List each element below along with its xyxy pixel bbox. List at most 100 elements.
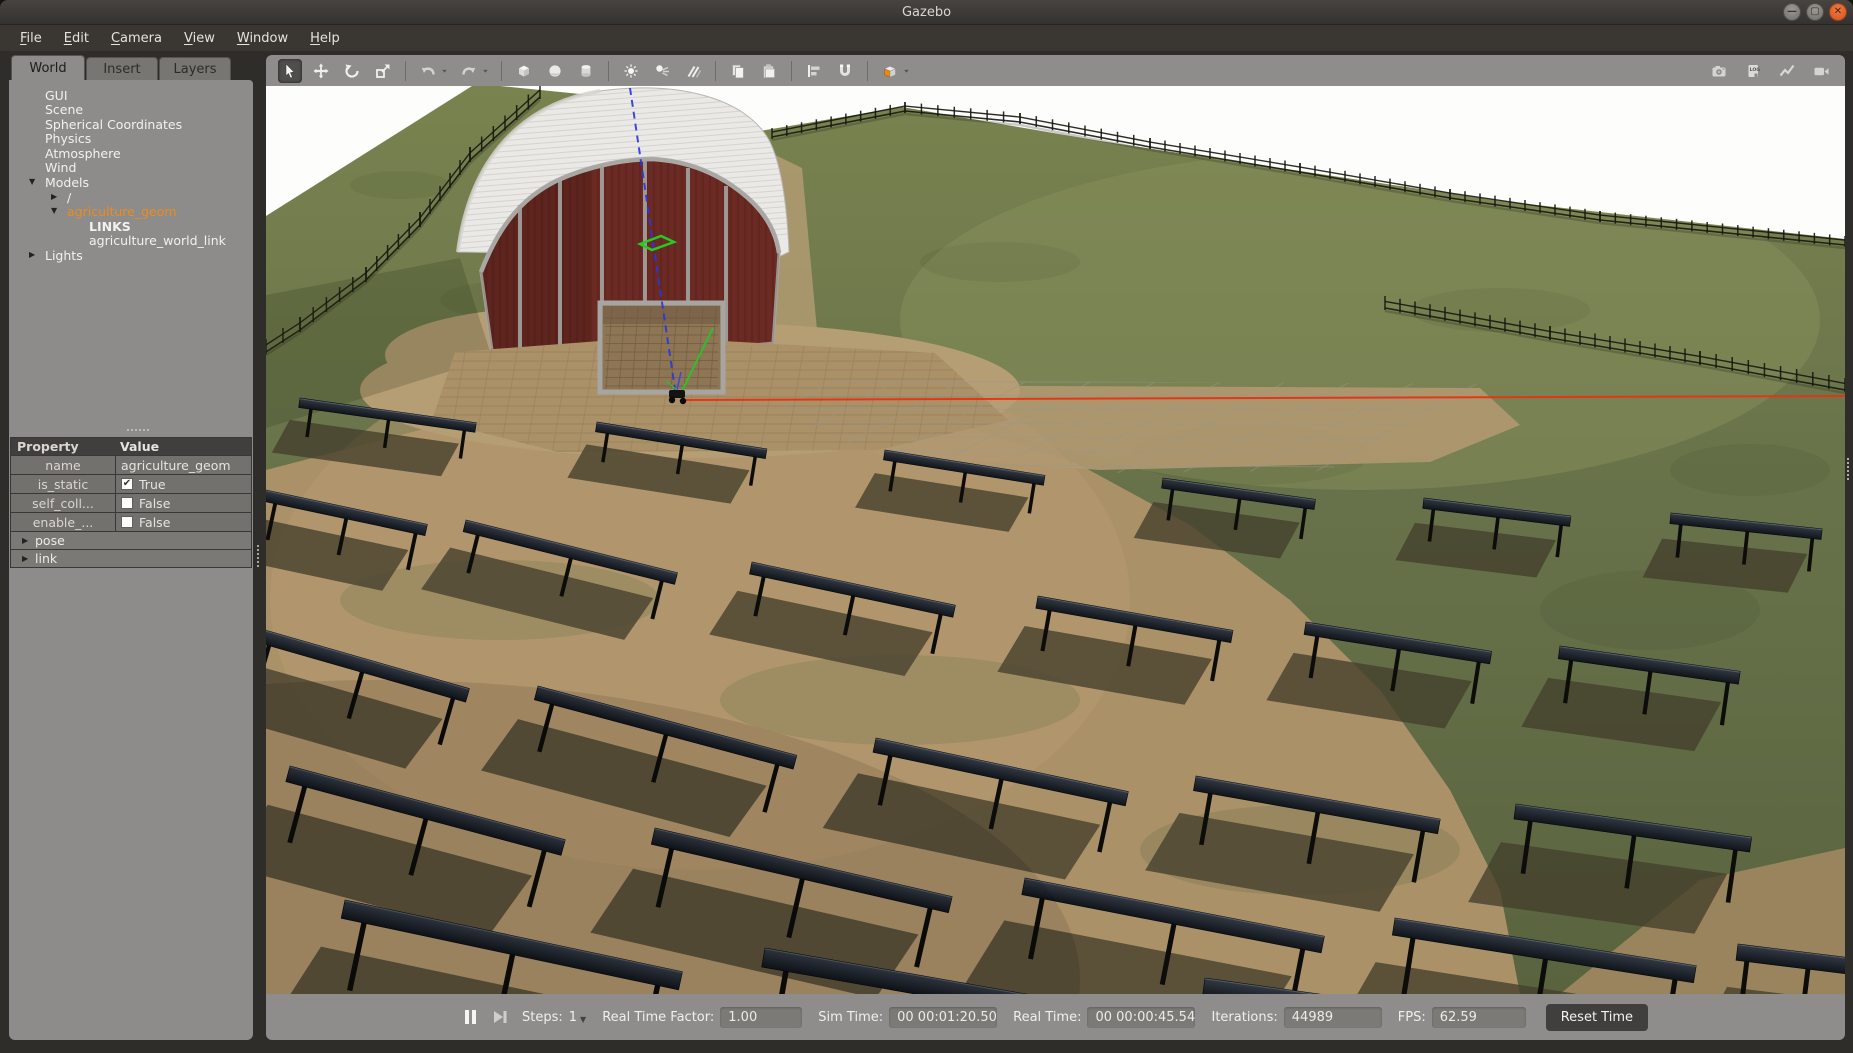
panel-splitter-handle[interactable] (127, 429, 149, 431)
render-area[interactable] (266, 86, 1845, 994)
menu-camera[interactable]: Camera (101, 28, 172, 49)
tree-item-scene[interactable]: Scene (9, 102, 253, 117)
property-column-header: Property (11, 439, 115, 454)
collapse-arrow-icon[interactable]: ▼ (29, 177, 35, 186)
unchecked-checkbox[interactable] (121, 497, 133, 509)
tree-item-links[interactable]: LINKS (9, 218, 253, 233)
real-time-factor-label: Real Time Factor: (602, 1010, 714, 1025)
plot-button[interactable] (1775, 59, 1799, 83)
tab-layers[interactable]: Layers (159, 57, 231, 80)
expand-arrow-icon[interactable]: ▶ (22, 554, 28, 563)
translate-button[interactable] (309, 59, 333, 83)
step-button[interactable] (492, 1009, 508, 1025)
tab-world[interactable]: World (11, 55, 85, 80)
menu-window[interactable]: Window (227, 28, 298, 49)
close-button[interactable]: ✕ (1829, 3, 1847, 21)
redo-button[interactable] (457, 59, 481, 83)
reset-time-button[interactable]: Reset Time (1546, 1004, 1648, 1031)
tree-item-physics[interactable]: Physics (9, 131, 253, 146)
right-splitter-handle[interactable] (1847, 458, 1849, 480)
property-row-enable[interactable]: enable_...False (11, 513, 251, 531)
menu-file[interactable]: File (10, 28, 52, 49)
screenshot-button[interactable] (1707, 59, 1731, 83)
spot-light-button[interactable] (650, 59, 674, 83)
point-light-icon (622, 62, 640, 80)
title-bar[interactable]: Gazebo — ▢ ✕ (0, 0, 1853, 25)
property-row-link[interactable]: ▶link (11, 550, 251, 567)
view-angle-button[interactable] (878, 59, 902, 83)
box-button[interactable] (512, 59, 536, 83)
tab-world-label: World (29, 61, 66, 76)
scale-button[interactable] (371, 59, 395, 83)
spot-light-icon (653, 62, 671, 80)
tree-item-label: Atmosphere (45, 146, 121, 161)
screenshot-icon (1710, 62, 1728, 80)
align-tool-button[interactable] (802, 59, 826, 83)
collapse-arrow-icon[interactable]: ▼ (51, 206, 57, 215)
property-name: is_static (11, 477, 115, 492)
real-time-factor-field[interactable]: 1.00 (720, 1007, 802, 1028)
checked-checkbox[interactable]: ✔ (121, 478, 133, 490)
menu-help[interactable]: Help (300, 28, 350, 49)
iterations-field[interactable]: 44989 (1284, 1007, 1382, 1028)
sim-time-field[interactable]: 00 00:01:20.504 (889, 1007, 997, 1028)
tree-item-agriculture-geom[interactable]: ▼ agriculture_geom (9, 204, 253, 219)
tree-item-agriculture-world-link[interactable]: agriculture_world_link (9, 233, 253, 248)
select-button[interactable] (278, 59, 302, 83)
minimize-button[interactable]: — (1783, 3, 1801, 21)
tree-item-lights[interactable]: ▶Lights (9, 248, 253, 263)
paste-button[interactable] (757, 59, 781, 83)
expand-arrow-icon[interactable]: ▶ (51, 192, 57, 201)
fps-label: FPS: (1398, 1010, 1426, 1025)
tree-item-slash[interactable]: ▶/ (9, 189, 253, 204)
cylinder-button[interactable] (574, 59, 598, 83)
undo-menu-button[interactable] (440, 59, 450, 83)
pause-button[interactable] (464, 1009, 478, 1025)
tree-item-wind[interactable]: Wind (9, 160, 253, 175)
menu-edit[interactable]: Edit (54, 28, 99, 49)
iterations-label: Iterations: (1211, 1010, 1277, 1025)
sphere-button[interactable] (543, 59, 567, 83)
property-row-self-coll[interactable]: self_coll...False (11, 494, 251, 512)
fps-field[interactable]: 62.59 (1432, 1007, 1526, 1028)
tree-item-spherical-coordinates[interactable]: Spherical Coordinates (9, 116, 253, 131)
menu-view[interactable]: View (174, 28, 225, 49)
panel-tabs: World Insert Layers (9, 55, 253, 80)
property-row-pose[interactable]: ▶ pose (11, 532, 251, 549)
maximize-button[interactable]: ▢ (1806, 3, 1824, 21)
redo-icon (460, 62, 478, 80)
view-angle-menu-button[interactable] (902, 59, 912, 83)
tree-item-label: Scene (45, 102, 83, 117)
rotate-button[interactable] (340, 59, 364, 83)
unchecked-checkbox[interactable] (121, 516, 133, 528)
property-row-is-static[interactable]: is_static✔True (11, 475, 251, 493)
tree-item-atmosphere[interactable]: Atmosphere (9, 145, 253, 160)
copy-button[interactable] (726, 59, 750, 83)
redo-menu-button[interactable] (481, 59, 491, 83)
directional-light-button[interactable] (681, 59, 705, 83)
plot-icon (1778, 62, 1796, 80)
steps-value[interactable]: 1 (569, 1010, 577, 1025)
tree-item-models[interactable]: ▼Models (9, 175, 253, 190)
tree-item-gui[interactable]: GUI (9, 87, 253, 102)
tree-item-label: Spherical Coordinates (45, 117, 182, 132)
log-record-button[interactable]: LOG (1741, 59, 1765, 83)
video-record-button[interactable] (1809, 59, 1833, 83)
expand-arrow-icon[interactable]: ▶ (22, 536, 28, 545)
snap-button[interactable] (833, 59, 857, 83)
expand-arrow-icon[interactable]: ▶ (29, 250, 35, 259)
undo-button[interactable] (416, 59, 440, 83)
steps-dropdown-icon[interactable]: ▼ (580, 1015, 586, 1024)
toolbar-right-group: LOG (1707, 59, 1833, 83)
sphere-icon (546, 62, 564, 80)
property-name: pose (35, 533, 65, 548)
property-row-name[interactable]: nameagriculture_geom (11, 456, 251, 474)
tab-insert[interactable]: Insert (86, 57, 158, 80)
left-splitter-handle[interactable] (257, 545, 259, 567)
point-light-button[interactable] (619, 59, 643, 83)
world-panel-body: GUISceneSpherical CoordinatesPhysicsAtmo… (9, 80, 253, 1040)
real-time-field[interactable]: 00 00:00:45.544 (1087, 1007, 1195, 1028)
property-value: False (139, 515, 170, 530)
paste-icon (760, 62, 778, 80)
tree-item-label: agriculture_geom (67, 204, 177, 219)
